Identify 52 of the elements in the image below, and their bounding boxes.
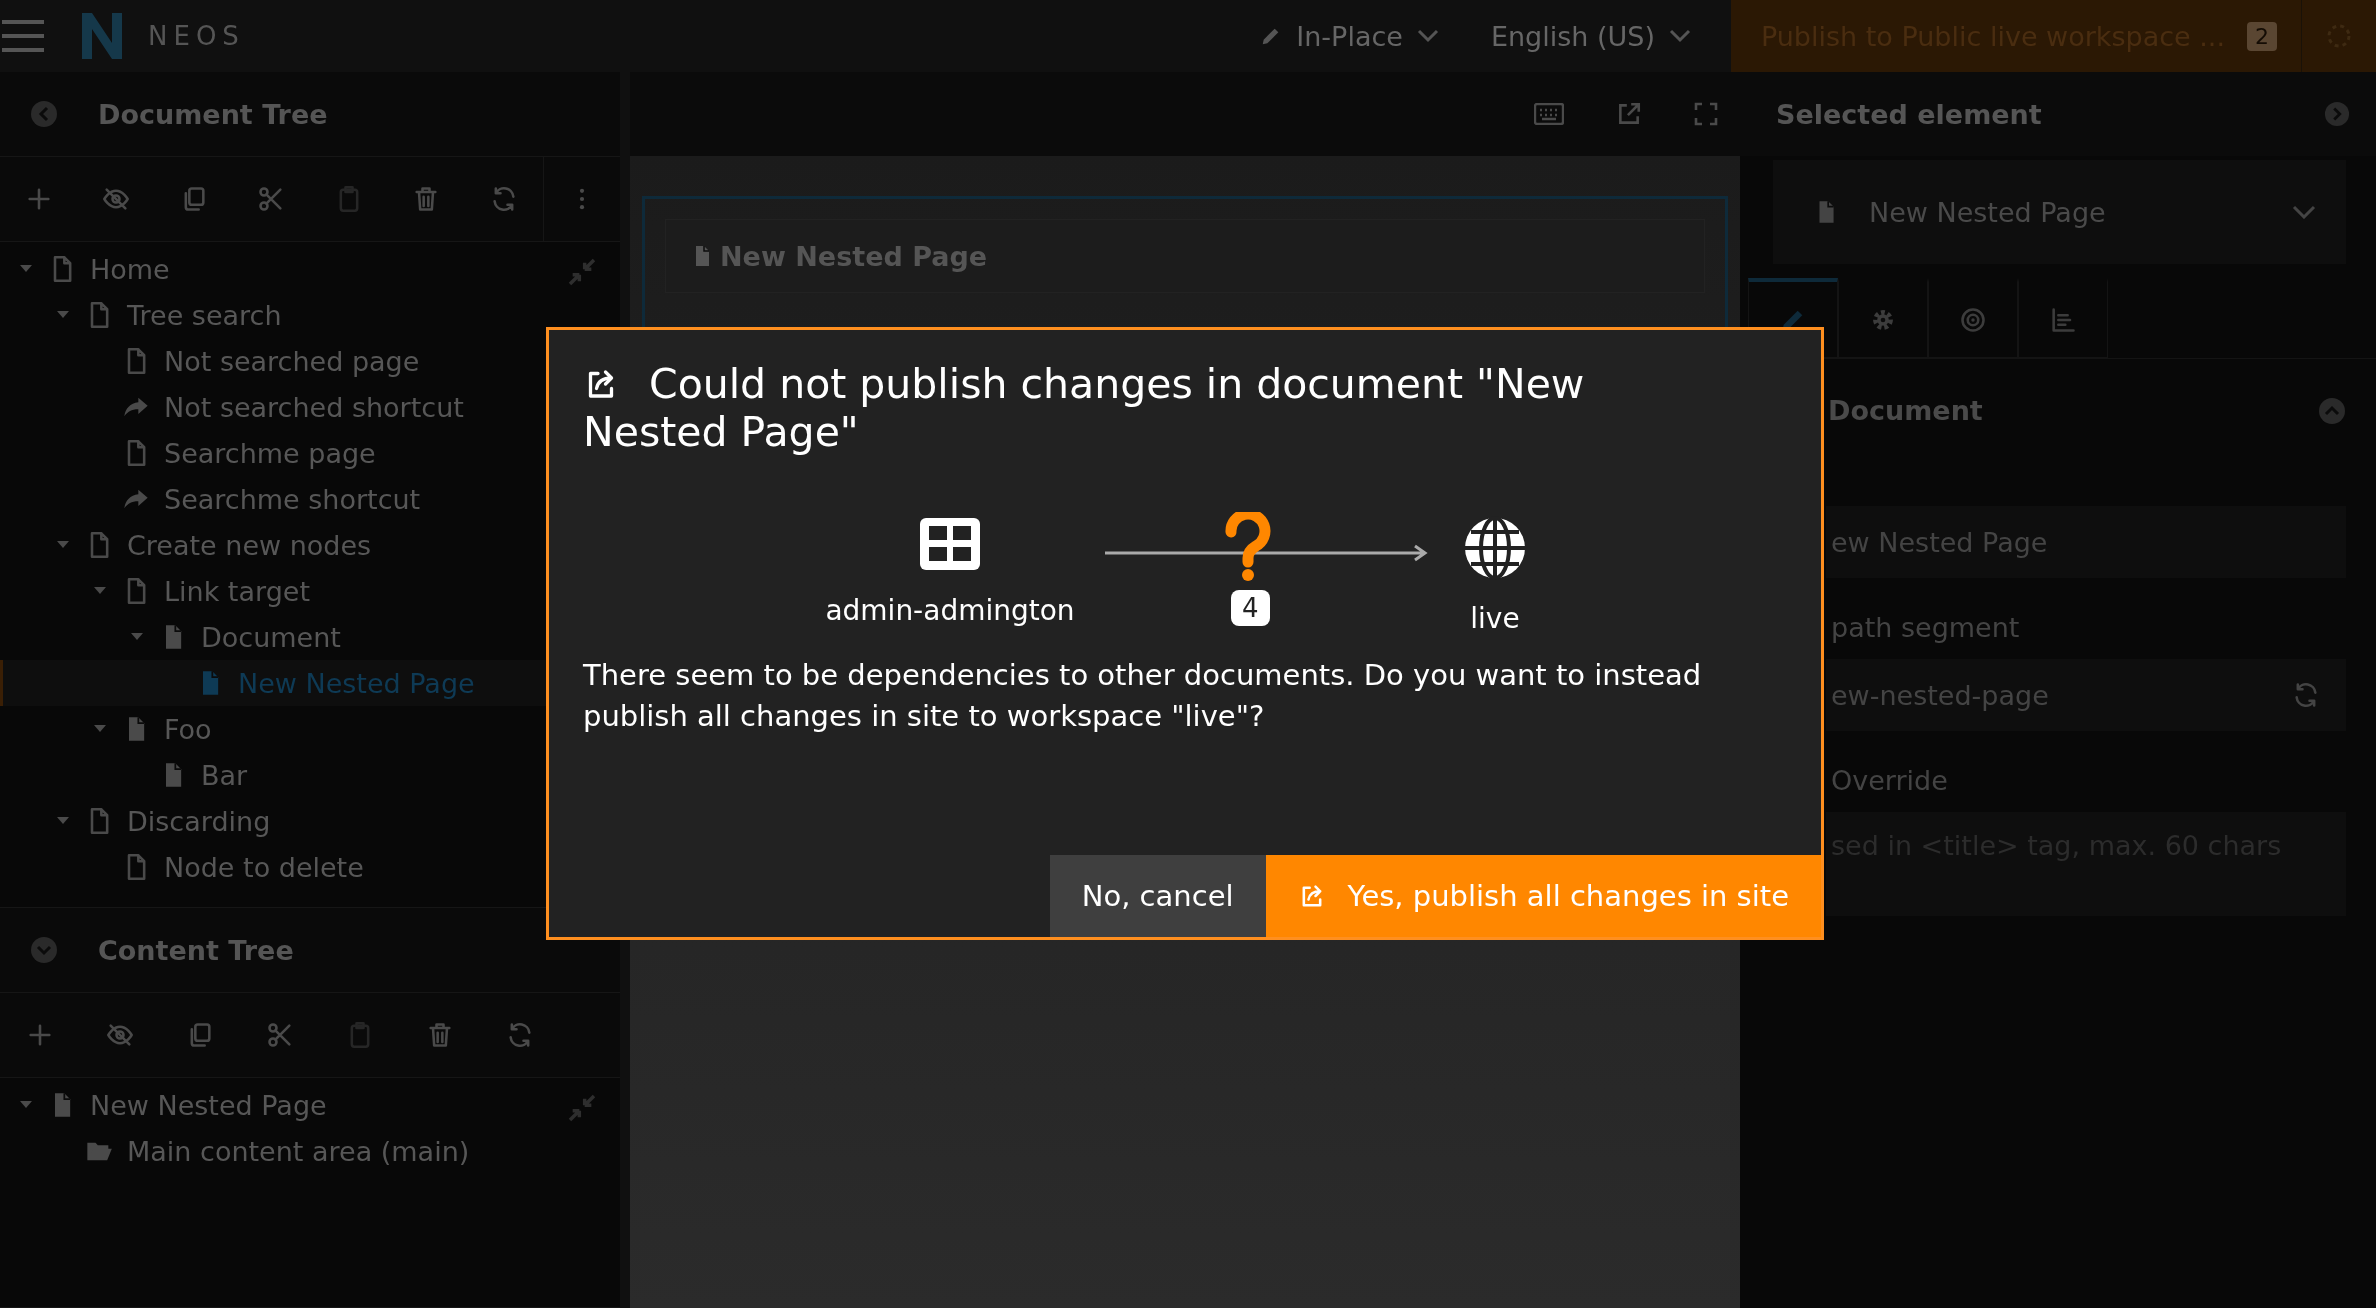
panel-title: Document Tree bbox=[98, 98, 328, 130]
panel-title: Selected element bbox=[1776, 98, 2042, 130]
collapse-icon[interactable] bbox=[2324, 101, 2350, 127]
chevron-down-icon bbox=[1668, 29, 1691, 43]
tree-item[interactable]: Searchme shortcut bbox=[0, 476, 620, 522]
refresh-icon[interactable] bbox=[506, 1021, 534, 1049]
collapse-icon[interactable] bbox=[30, 100, 58, 128]
collapse-all-icon[interactable] bbox=[566, 256, 598, 288]
tree-item[interactable]: Main content area (main) bbox=[0, 1128, 620, 1174]
chevron-down-icon bbox=[1416, 29, 1439, 43]
workspace-name: live bbox=[1470, 602, 1520, 635]
panel-title: Content Tree bbox=[98, 934, 294, 966]
globe-icon bbox=[1463, 516, 1527, 580]
tree-item[interactable]: Discarding bbox=[0, 798, 620, 844]
section-title: Document bbox=[1828, 395, 1983, 426]
tree-item[interactable]: New Nested Page bbox=[0, 1082, 620, 1128]
tree-item[interactable]: Tree search bbox=[0, 292, 620, 338]
page-heading: New Nested Page bbox=[665, 219, 1705, 293]
collapse-all-icon[interactable] bbox=[566, 1092, 598, 1124]
tree-item[interactable]: Bar bbox=[0, 752, 620, 798]
expand-icon[interactable] bbox=[30, 936, 58, 964]
tree-item[interactable]: Create new nodes bbox=[0, 522, 620, 568]
fullscreen-icon[interactable] bbox=[1694, 102, 1718, 126]
field-label: path segment bbox=[1830, 611, 2021, 645]
count-badge: 2 bbox=[2247, 21, 2277, 51]
menu-icon[interactable] bbox=[0, 19, 46, 53]
bar-chart-icon bbox=[2049, 305, 2077, 334]
cancel-button[interactable]: No, cancel bbox=[1049, 855, 1266, 937]
eye-slash-icon[interactable] bbox=[102, 185, 131, 213]
refresh-icon[interactable] bbox=[2292, 681, 2320, 709]
keyboard-icon[interactable] bbox=[1534, 103, 1564, 125]
collapse-icon[interactable] bbox=[2318, 396, 2346, 425]
external-link-icon[interactable] bbox=[1616, 101, 1642, 127]
target-icon bbox=[1959, 305, 1987, 334]
tree-item[interactable]: Link target bbox=[0, 568, 620, 614]
language-dropdown[interactable]: English (US) bbox=[1464, 0, 1717, 72]
edit-mode-dropdown[interactable]: In-Place bbox=[1234, 0, 1465, 72]
field-label: Override bbox=[1830, 764, 1949, 798]
workspace-grid-icon bbox=[918, 516, 982, 572]
node-selector[interactable]: New Nested Page bbox=[1773, 160, 2346, 264]
question-mark-icon bbox=[1223, 512, 1273, 582]
logo-text: NEOS bbox=[148, 21, 245, 51]
workspace-name: admin-admington bbox=[825, 594, 1075, 627]
tree-item[interactable]: Node to delete bbox=[0, 844, 620, 890]
logo-icon bbox=[80, 11, 124, 61]
eye-slash-icon[interactable] bbox=[106, 1021, 134, 1049]
scissors-icon[interactable] bbox=[266, 1021, 294, 1049]
tree-item[interactable]: Home bbox=[0, 246, 620, 292]
count-badge: 4 bbox=[1231, 590, 1270, 626]
chevron-down-icon bbox=[2292, 205, 2316, 219]
publish-all-button[interactable]: Yes, publish all changes in site bbox=[1265, 855, 1821, 937]
tree-item[interactable]: Document bbox=[0, 614, 620, 660]
